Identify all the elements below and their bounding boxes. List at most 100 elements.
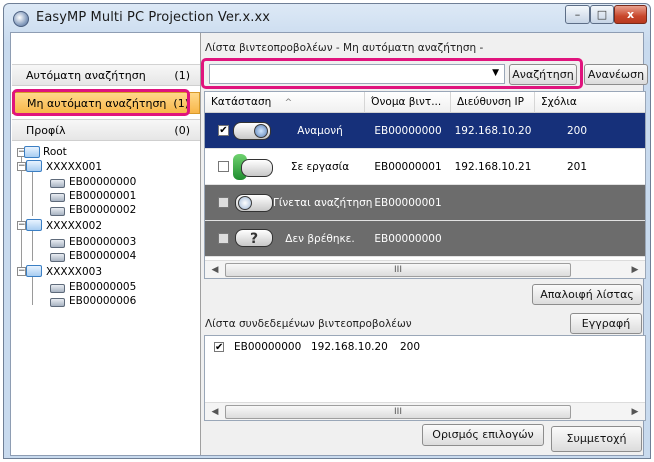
projector-in-use-icon	[241, 159, 273, 177]
scroll-thumb[interactable]: III	[225, 263, 571, 277]
maximize-button[interactable]: □	[590, 5, 614, 24]
category-label: Αυτόματη αναζήτηση	[26, 69, 146, 82]
category-count: (1)	[174, 69, 190, 82]
projector-icon	[50, 253, 65, 262]
scroll-left-icon[interactable]: ◀	[207, 262, 223, 278]
tree-item[interactable]: EB00000003	[69, 236, 136, 248]
highlight-search	[201, 58, 583, 89]
category-auto-search[interactable]: Αυτόματη αναζήτηση (1)	[12, 64, 200, 86]
projector-not-found-icon: ?	[235, 229, 273, 247]
row-checkbox[interactable]	[218, 233, 229, 244]
column-header-status[interactable]: Κατάσταση ^	[205, 92, 365, 113]
scroll-right-icon[interactable]: ▶	[627, 404, 643, 420]
connected-comment: 200	[400, 341, 421, 353]
tree-item[interactable]: EB00000004	[69, 250, 136, 262]
ip-cell	[451, 221, 535, 257]
folder-icon	[26, 160, 42, 172]
projector-icon	[50, 298, 65, 307]
tree-line	[32, 277, 33, 305]
ip-cell	[451, 185, 535, 221]
projector-standby-icon	[233, 122, 271, 140]
name-cell: EB00000001	[374, 197, 442, 209]
set-options-button[interactable]: Ορισμός επιλογών	[422, 424, 544, 446]
column-header-ip[interactable]: Διεύθυνση IP	[451, 92, 535, 113]
collapse-icon[interactable]: −	[17, 267, 26, 276]
connected-list-title: Λίστα συνδεδεμένων βιντεοπροβολέων	[205, 318, 412, 330]
horizontal-scrollbar[interactable]: ◀ III ▶	[205, 402, 645, 420]
category-label: Προφίλ	[26, 124, 66, 137]
highlight-manual-search	[12, 89, 190, 116]
column-header-name[interactable]: Όνομα βιντ...	[365, 92, 451, 113]
status-cell: Σε εργασία	[290, 161, 350, 173]
projector-icon	[50, 179, 65, 188]
table-row[interactable]: ? Δεν βρέθηκε. EB00000000	[205, 221, 645, 257]
connected-checkbox[interactable]: ✔	[214, 342, 224, 353]
tree-group[interactable]: XXXXX001	[46, 161, 102, 173]
tree-item[interactable]: EB00000001	[69, 190, 136, 202]
ip-cell: 192.168.10.21	[454, 161, 532, 173]
folder-icon	[26, 265, 42, 277]
collapse-icon[interactable]: −	[17, 162, 26, 171]
table-row[interactable]: Σε εργασία EB00000001 192.168.10.21 201	[205, 149, 645, 185]
refresh-button[interactable]: Ανανέωση	[584, 64, 648, 85]
projector-icon	[50, 239, 65, 248]
category-profile[interactable]: Προφίλ (0)	[12, 119, 200, 141]
clear-list-button[interactable]: Απαλοιφή λίστας	[532, 284, 642, 305]
close-button[interactable]: x	[614, 5, 647, 24]
lens-icon	[254, 124, 268, 138]
column-header-comment[interactable]: Σχόλια	[535, 92, 645, 113]
table-row[interactable]: ✔ Αναμονή EB00000000 192.168.10.20 200	[205, 113, 645, 149]
tree-group[interactable]: XXXXX003	[46, 266, 102, 278]
sort-ascending-icon: ^	[284, 98, 293, 108]
status-cell: Δεν βρέθηκε.	[285, 233, 355, 245]
scroll-thumb[interactable]: III	[225, 405, 571, 419]
projector-table: Κατάσταση ^ Όνομα βιντ... Διεύθυνση IP Σ…	[204, 91, 646, 279]
tree-line	[32, 231, 33, 261]
tree-item[interactable]: EB00000006	[69, 295, 136, 307]
folder-icon	[26, 219, 42, 231]
table-row[interactable]: Γίνεται αναζήτηση EB00000001	[205, 185, 645, 221]
folder-icon	[24, 146, 40, 158]
tree-root[interactable]: Root	[43, 146, 67, 158]
name-cell: EB00000000	[374, 125, 442, 137]
connected-name: EB00000000	[234, 341, 302, 353]
projector-icon	[50, 207, 65, 216]
status-cell: Γίνεται αναζήτηση	[273, 197, 373, 209]
comment-cell: 201	[566, 161, 588, 173]
tree-item[interactable]: EB00000000	[69, 176, 136, 188]
window-title: EasyMP Multi PC Projection Ver.x.xx	[36, 10, 271, 25]
connected-ip: 192.168.10.20	[311, 341, 388, 353]
name-cell: EB00000001	[374, 161, 442, 173]
tree-item[interactable]: EB00000002	[69, 204, 136, 216]
minimize-button[interactable]: –	[565, 5, 590, 24]
ip-cell: 192.168.10.20	[454, 125, 532, 137]
projector-icon	[50, 284, 65, 293]
tree-group[interactable]: XXXXX002	[46, 220, 102, 232]
tree-line	[32, 172, 33, 216]
horizontal-scrollbar[interactable]: ◀ III ▶	[205, 260, 645, 278]
name-cell: EB00000000	[374, 233, 442, 245]
join-button[interactable]: Συμμετοχή	[551, 426, 642, 452]
scroll-right-icon[interactable]: ▶	[627, 262, 643, 278]
row-checkbox[interactable]	[218, 161, 229, 172]
column-label: Κατάσταση	[211, 96, 272, 108]
tree-line	[21, 156, 22, 272]
status-cell: Αναμονή	[297, 125, 343, 137]
register-button[interactable]: Εγγραφή	[570, 313, 642, 334]
projector-icon	[50, 193, 65, 202]
projector-searching-icon	[235, 194, 273, 212]
app-icon	[13, 11, 29, 27]
row-checkbox[interactable]	[218, 197, 229, 208]
list-item[interactable]: ✔ EB00000000 192.168.10.20 200	[205, 340, 645, 356]
magnifier-icon	[238, 196, 252, 210]
row-checkbox[interactable]: ✔	[218, 125, 229, 136]
connected-projector-list: ✔ EB00000000 192.168.10.20 200 ◀ III ▶	[204, 335, 646, 421]
comment-cell	[535, 221, 619, 257]
comment-cell: 200	[566, 125, 588, 137]
scroll-left-icon[interactable]: ◀	[207, 404, 223, 420]
category-count: (0)	[174, 124, 190, 137]
list-title: Λίστα βιντεοπροβολέων - Μη αυτόματη αναζ…	[205, 42, 484, 54]
tree-item[interactable]: EB00000005	[69, 281, 136, 293]
collapse-icon[interactable]: −	[17, 221, 26, 230]
comment-cell	[535, 185, 619, 221]
